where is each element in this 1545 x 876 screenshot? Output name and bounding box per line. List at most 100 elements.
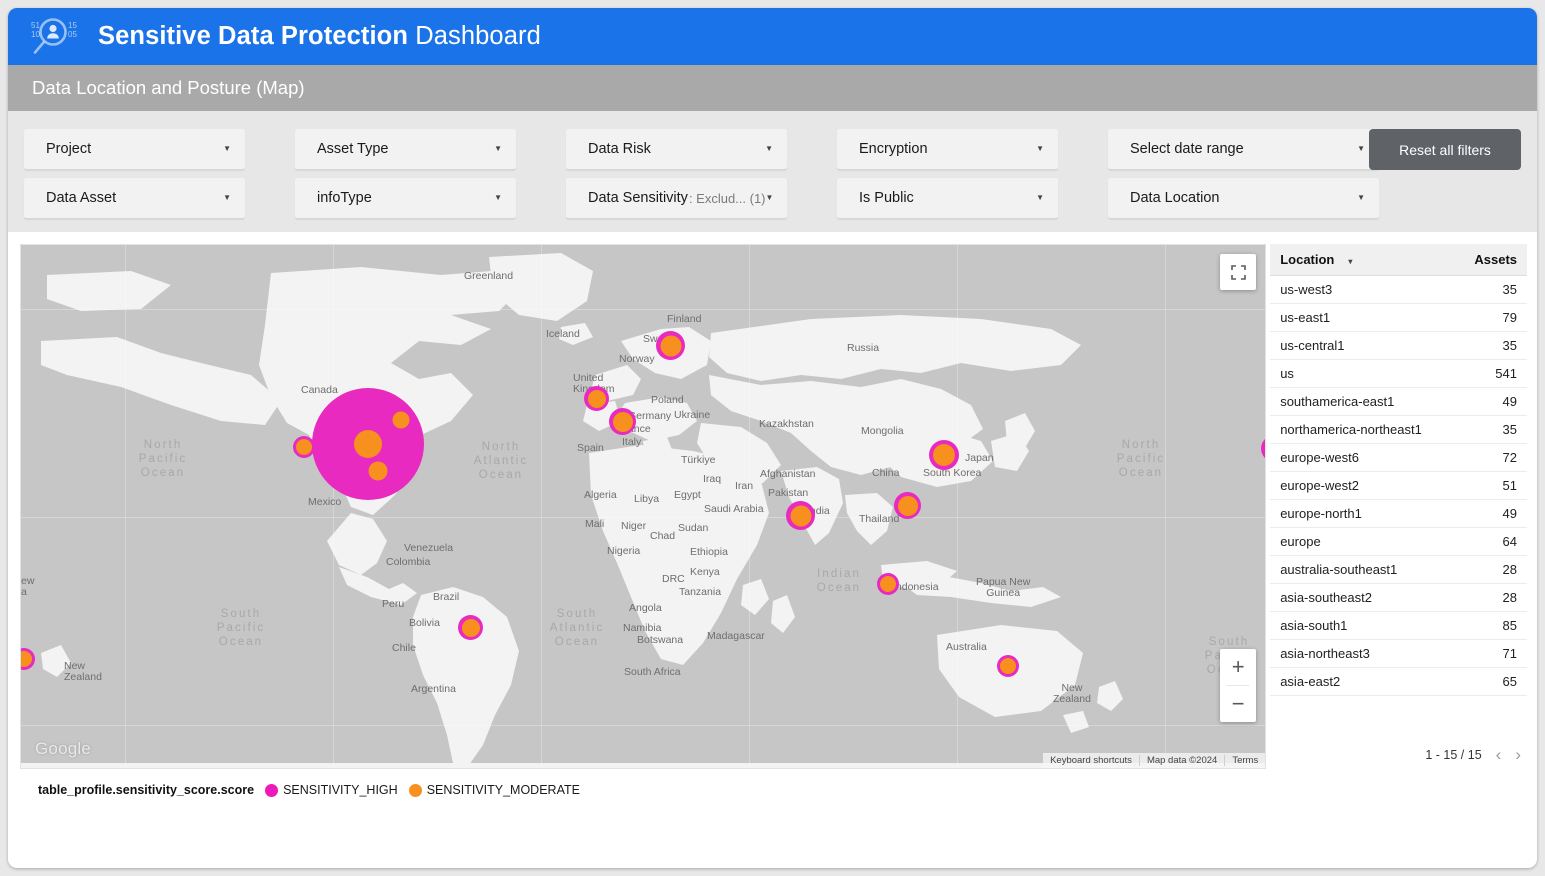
fullscreen-button[interactable] (1220, 254, 1256, 290)
zoom-controls: + − (1220, 649, 1256, 722)
map-gridline (125, 245, 126, 768)
map-bubble-asia-south1[interactable] (786, 501, 815, 530)
filter-data-sensitivity[interactable]: Data Sensitivity : Exclud... (1) ▼ (566, 178, 787, 219)
filter-infotype[interactable]: infoType ▼ (295, 178, 516, 219)
dashboard-content: NorthPacificOcean NorthAtlanticOcean Nor… (8, 232, 1537, 769)
map-gridline (1165, 245, 1166, 768)
bubble-core-moderate (613, 412, 633, 432)
legend-item-sensitivity-moderate[interactable]: SENSITIVITY_MODERATE (409, 783, 580, 797)
legend-label: SENSITIVITY_HIGH (283, 783, 398, 797)
chart-legend: table_profile.sensitivity_score.score SE… (8, 769, 1537, 797)
table-row[interactable]: us-west335 (1270, 276, 1527, 304)
legend-color-swatch (265, 784, 278, 797)
filter-label: Data Location (1130, 190, 1219, 206)
map-bubble-asia-northeast3[interactable] (929, 440, 959, 470)
filter-cell: Select date range ▼ (1108, 129, 1379, 170)
previous-page-button[interactable]: ‹ (1496, 746, 1502, 763)
terms-link[interactable]: Terms (1225, 755, 1265, 766)
legend-title: table_profile.sensitivity_score.score (38, 783, 254, 797)
filter-data-risk[interactable]: Data Risk ▼ (566, 129, 787, 170)
table-row[interactable]: northamerica-northeast135 (1270, 416, 1527, 444)
bubble-core-moderate (933, 444, 955, 466)
map-bubble-asia-east2[interactable] (894, 492, 921, 519)
chevron-down-icon: ▼ (1357, 145, 1365, 153)
chevron-down-icon: ▼ (1036, 145, 1044, 153)
filter-label: infoType (317, 190, 372, 206)
app-title: Sensitive Data Protection Dashboard (98, 22, 541, 51)
table-row[interactable]: asia-south185 (1270, 612, 1527, 640)
map-bubble-australia-southeast1[interactable] (997, 655, 1019, 677)
table-row[interactable]: us-east179 (1270, 304, 1527, 332)
map-bubble-us-east1[interactable] (365, 458, 391, 484)
filter-label: Data Asset (46, 190, 116, 206)
filter-label: Data Sensitivity (588, 190, 688, 206)
filter-asset-type[interactable]: Asset Type ▼ (295, 129, 516, 170)
column-header-assets[interactable]: Assets (1455, 244, 1527, 276)
pagination-range: 1 - 15 / 15 (1425, 748, 1481, 762)
column-header-location[interactable]: Location▾ (1270, 244, 1455, 276)
cell-location: us-west3 (1270, 276, 1455, 304)
cell-assets: 35 (1455, 276, 1527, 304)
next-page-button[interactable]: › (1515, 746, 1521, 763)
map-bubble-europe-west2[interactable] (584, 386, 609, 411)
cell-location: europe-west6 (1270, 444, 1455, 472)
zoom-in-button[interactable]: + (1220, 649, 1256, 685)
chevron-down-icon: ▼ (223, 145, 231, 153)
keyboard-shortcuts-link[interactable]: Keyboard shortcuts (1043, 755, 1139, 766)
cell-assets: 28 (1455, 584, 1527, 612)
table-row[interactable]: asia-northeast371 (1270, 640, 1527, 668)
binary-top-right: 15 (68, 21, 77, 30)
page-title: Data Location and Posture (Map) (32, 77, 305, 99)
cell-assets: 49 (1455, 500, 1527, 528)
cell-location: asia-south1 (1270, 612, 1455, 640)
table-row[interactable]: europe64 (1270, 528, 1527, 556)
filter-cell: Project ▼ (24, 129, 295, 170)
table-row[interactable]: us541 (1270, 360, 1527, 388)
bubble-core-moderate (462, 619, 480, 637)
filter-data-asset[interactable]: Data Asset ▼ (24, 178, 245, 219)
map-gridline (21, 309, 1265, 310)
table-row[interactable]: southamerica-east149 (1270, 388, 1527, 416)
map-bubble-asia-southeast2[interactable] (877, 573, 899, 595)
map-bubble-northamerica-northeast1[interactable] (389, 408, 413, 432)
table-row[interactable]: europe-west251 (1270, 472, 1527, 500)
table-row[interactable]: europe-west672 (1270, 444, 1527, 472)
table-row[interactable]: australia-southeast128 (1270, 556, 1527, 584)
filter-encryption[interactable]: Encryption ▼ (837, 129, 1058, 170)
filter-bar: Project ▼ Asset Type ▼ Data Risk ▼ (8, 111, 1537, 232)
filter-is-public[interactable]: Is Public ▼ (837, 178, 1058, 219)
cell-assets: 79 (1455, 304, 1527, 332)
chevron-down-icon: ▼ (1036, 194, 1044, 202)
app-header: 51 10 15 05 Sensitive Data Protection Da… (8, 8, 1537, 65)
map-bubble-us[interactable] (312, 388, 424, 500)
filter-project[interactable]: Project ▼ (24, 129, 245, 170)
cell-assets: 65 (1455, 668, 1527, 696)
cell-location: europe-north1 (1270, 500, 1455, 528)
cell-assets: 71 (1455, 640, 1527, 668)
map-gridline (749, 245, 750, 768)
legend-item-sensitivity-high[interactable]: SENSITIVITY_HIGH (265, 783, 398, 797)
legend-label: SENSITIVITY_MODERATE (427, 783, 580, 797)
map-bubble-europe-west6[interactable] (609, 408, 636, 435)
bubble-core-moderate (369, 462, 388, 481)
cell-location: asia-northeast3 (1270, 640, 1455, 668)
table-row[interactable]: asia-southeast228 (1270, 584, 1527, 612)
table-row[interactable]: us-central135 (1270, 332, 1527, 360)
filter-cell: Data Asset ▼ (24, 178, 295, 219)
filter-date-range[interactable]: Select date range ▼ (1108, 129, 1379, 170)
filter-cell: Data Sensitivity : Exclud... (1) ▼ (566, 178, 837, 219)
cell-assets: 72 (1455, 444, 1527, 472)
cell-assets: 64 (1455, 528, 1527, 556)
table-header-row: Location▾ Assets (1270, 244, 1527, 276)
reset-all-filters-button[interactable]: Reset all filters (1369, 129, 1521, 170)
map-bubble-southamerica-east1[interactable] (458, 615, 483, 640)
filter-data-location[interactable]: Data Location ▼ (1108, 178, 1379, 219)
table-row[interactable]: europe-north149 (1270, 500, 1527, 528)
filter-label: Asset Type (317, 141, 388, 157)
table-row[interactable]: asia-east265 (1270, 668, 1527, 696)
world-map[interactable]: NorthPacificOcean NorthAtlanticOcean Nor… (20, 244, 1266, 769)
map-bubble-us-west3[interactable] (293, 436, 315, 458)
bubble-core-moderate (660, 335, 681, 356)
map-bubble-europe-north1[interactable] (656, 331, 685, 360)
zoom-out-button[interactable]: − (1220, 686, 1256, 722)
